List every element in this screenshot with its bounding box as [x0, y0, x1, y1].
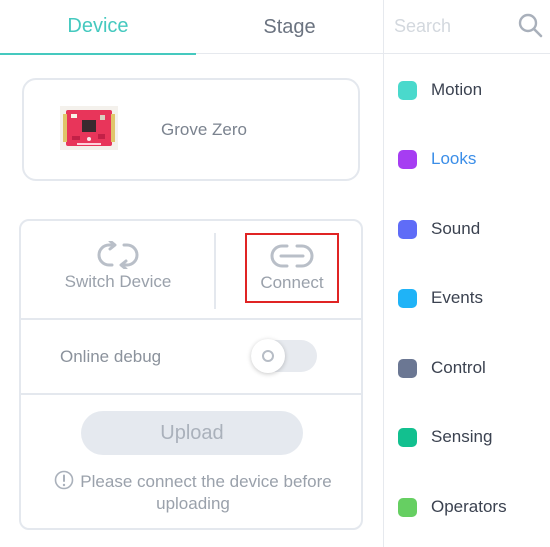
- toggle-knob: [251, 339, 285, 373]
- category-color-swatch: [398, 149, 417, 169]
- category-color-swatch: [398, 427, 417, 447]
- switch-device-icon: [97, 241, 139, 269]
- category-label: Looks: [431, 149, 477, 168]
- device-controls-panel: Switch Device Connect Online debug Uploa…: [19, 219, 363, 530]
- category-color-swatch: [398, 358, 417, 378]
- connect-button[interactable]: Connect: [245, 233, 339, 303]
- category-label: Sound: [431, 219, 481, 238]
- category-operators[interactable]: Operators: [398, 492, 507, 522]
- category-label: Control: [431, 358, 486, 377]
- category-label: Operators: [431, 497, 507, 516]
- category-color-swatch: [398, 80, 417, 100]
- tab-device[interactable]: Device: [0, 0, 196, 55]
- online-debug-row: Online debug: [21, 320, 361, 395]
- action-row: Switch Device Connect: [21, 221, 361, 320]
- device-panel: Device Stage Grove Zero Switch Device Co…: [0, 0, 383, 547]
- upload-warning-text: Please connect the device before uploadi…: [80, 472, 332, 513]
- search-bar: [384, 0, 550, 54]
- online-debug-label: Online debug: [60, 347, 162, 366]
- switch-device-label: Switch Device: [64, 272, 172, 291]
- divider: [214, 233, 216, 309]
- connect-label: Connect: [260, 273, 324, 292]
- link-icon: [270, 244, 314, 268]
- device-name: Grove Zero: [161, 120, 247, 139]
- tab-bar: Device Stage: [0, 0, 383, 55]
- search-input[interactable]: [394, 12, 504, 40]
- category-events[interactable]: Events: [398, 283, 483, 313]
- category-color-swatch: [398, 288, 417, 308]
- upload-button[interactable]: Upload: [81, 411, 303, 455]
- category-control[interactable]: Control: [398, 353, 486, 383]
- tab-stage[interactable]: Stage: [196, 0, 383, 54]
- category-sensing[interactable]: Sensing: [398, 422, 492, 452]
- category-sound[interactable]: Sound: [398, 214, 480, 244]
- category-color-swatch: [398, 219, 417, 239]
- category-looks[interactable]: Looks: [398, 144, 476, 174]
- info-icon: [54, 470, 74, 490]
- online-debug-toggle[interactable]: [251, 339, 317, 373]
- board-image: [60, 106, 118, 150]
- search-icon[interactable]: [517, 12, 543, 38]
- category-label: Sensing: [431, 427, 493, 446]
- category-motion[interactable]: Motion: [398, 75, 482, 105]
- switch-device-button[interactable]: Switch Device: [51, 221, 185, 320]
- category-label: Motion: [431, 80, 483, 99]
- device-card[interactable]: Grove Zero: [22, 78, 360, 181]
- upload-warning: Please connect the device before uploadi…: [43, 470, 343, 515]
- category-label: Events: [431, 288, 483, 307]
- category-color-swatch: [398, 497, 417, 517]
- block-category-panel: Motion Looks Sound Events Control Sensin…: [383, 0, 550, 547]
